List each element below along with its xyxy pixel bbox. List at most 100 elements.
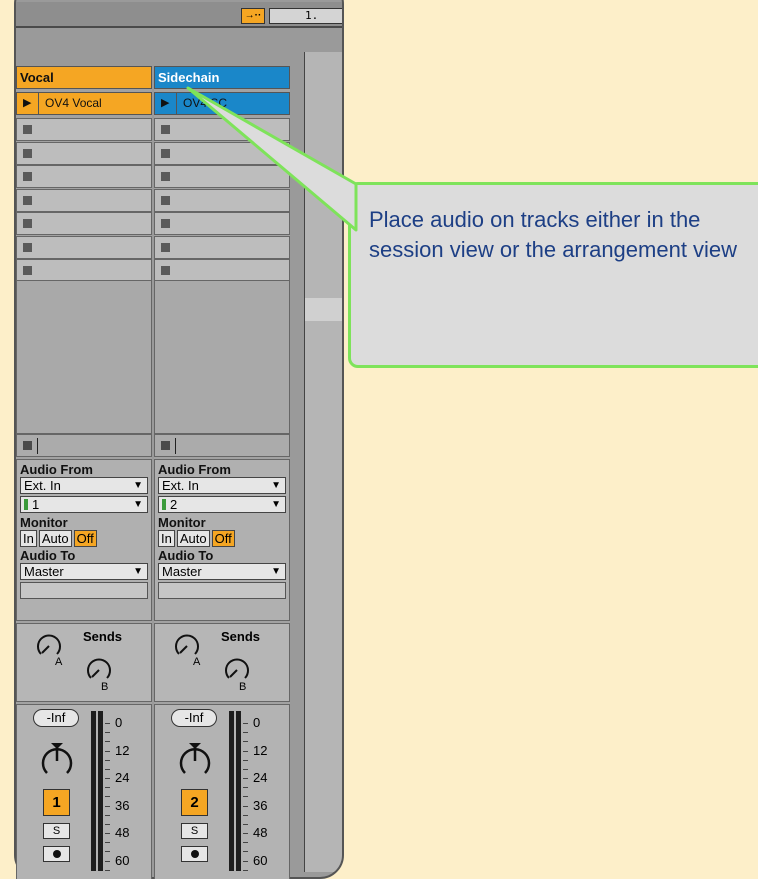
audio-from-select[interactable]: Ext. In ▼	[20, 477, 148, 494]
meter-scale-label: 36	[115, 797, 130, 813]
stop-clips-bar[interactable]	[154, 434, 290, 457]
clip-slot-empty[interactable]	[16, 141, 152, 165]
sends-section: Sends A B	[154, 623, 290, 702]
clip-name: OV4 SC	[183, 96, 228, 110]
clip-slot-playing[interactable]: ▶ OV4 Vocal	[16, 92, 152, 115]
arm-button[interactable]	[181, 846, 208, 862]
monitor-in-button[interactable]: In	[20, 530, 37, 547]
io-section: Audio From Ext. In ▼ 1 ▼ Monitor In Auto O…	[16, 459, 152, 621]
monitor-off-button[interactable]: Off	[73, 530, 97, 547]
input-channel-select[interactable]: 1 ▼	[20, 496, 148, 513]
clip-slot-empty[interactable]	[154, 141, 290, 165]
follow-button[interactable]: →··	[241, 8, 265, 24]
sends-section: Sends A B	[16, 623, 152, 702]
input-meter-icon	[162, 499, 166, 510]
clip-stop-icon[interactable]	[23, 242, 32, 252]
volume-field[interactable]: -Inf	[171, 709, 217, 727]
dropdown-arrow-icon: ▼	[271, 499, 281, 510]
audio-from-select[interactable]: Ext. In ▼	[158, 477, 286, 494]
track-activator-button[interactable]: 2	[181, 789, 208, 816]
meter-scale-label: 0	[253, 715, 261, 730]
clip-slot-empty[interactable]	[154, 165, 290, 188]
clip-stop-icon[interactable]	[23, 172, 32, 181]
clip-slot-empty[interactable]	[16, 118, 152, 141]
send-a-letter: A	[193, 656, 201, 668]
dropdown-arrow-icon: ▼	[133, 499, 143, 510]
dropdown-arrow-icon: ▼	[133, 566, 143, 577]
pan-knob-icon[interactable]	[39, 739, 75, 779]
clip-area-empty	[154, 280, 290, 434]
arm-button[interactable]	[43, 846, 70, 862]
meter-scale-label: 48	[253, 825, 268, 840]
clip-slot-empty[interactable]	[16, 165, 152, 188]
clip-stop-icon[interactable]	[161, 219, 170, 228]
clip-slot-playing[interactable]: ▶ OV4 SC	[154, 92, 290, 115]
clip-play-icon[interactable]: ▶	[23, 93, 31, 114]
output-channel-field[interactable]	[158, 582, 286, 599]
meter-scale-label: 48	[115, 825, 130, 840]
send-a-letter: A	[55, 656, 63, 668]
track-activator-button[interactable]: 1	[43, 789, 70, 816]
clip-stop-icon[interactable]	[161, 125, 170, 134]
clip-slot-empty[interactable]	[154, 118, 290, 141]
track-header[interactable]: Sidechain	[154, 66, 290, 89]
master-track-column	[304, 52, 342, 872]
input-channel-select[interactable]: 2 ▼	[158, 496, 286, 513]
solo-button[interactable]: S	[43, 823, 70, 839]
clip-slot-empty[interactable]	[154, 235, 290, 259]
meter-scale-label: 12	[115, 742, 130, 758]
stop-clips-bar[interactable]	[16, 434, 152, 457]
stop-icon[interactable]	[161, 441, 170, 450]
output-channel-field[interactable]	[20, 582, 148, 599]
clip-stop-icon[interactable]	[23, 219, 32, 228]
volume-scale: 0 12 24 36 48 60	[103, 711, 151, 879]
clip-stop-icon[interactable]	[23, 148, 32, 158]
clip-stop-icon[interactable]	[23, 266, 32, 275]
monitor-off-button[interactable]: Off	[211, 530, 235, 547]
clip-slot-empty[interactable]	[16, 212, 152, 235]
record-arm-icon	[191, 850, 199, 858]
level-meter	[91, 711, 103, 871]
solo-button[interactable]: S	[181, 823, 208, 839]
clip-stop-icon[interactable]	[161, 195, 170, 205]
clip-slot-empty[interactable]	[154, 212, 290, 235]
io-section: Audio From Ext. In ▼ 2 ▼ Monitor In Auto O…	[154, 459, 290, 621]
meter-scale-label: 24	[115, 770, 130, 785]
audio-to-select[interactable]: Master ▼	[158, 563, 286, 580]
clip-slot-empty[interactable]	[16, 259, 152, 282]
meter-scale-label: 60	[115, 852, 130, 868]
send-b-knob-icon[interactable]	[85, 656, 113, 684]
audio-from-label: Audio From	[158, 462, 231, 477]
meter-scale-label: 12	[253, 742, 268, 758]
audio-from-label: Audio From	[20, 462, 93, 477]
send-b-knob-icon[interactable]	[223, 656, 251, 684]
clip-slot-empty[interactable]	[16, 235, 152, 259]
clip-stop-icon[interactable]	[23, 195, 32, 205]
meter-scale-label: 36	[253, 797, 268, 813]
clip-slot-empty[interactable]	[154, 259, 290, 282]
tutorial-callout: Place audio on tracks either in the sess…	[348, 182, 758, 368]
song-position-field[interactable]: 1.	[269, 8, 342, 24]
meter-scale-label: 24	[253, 770, 268, 785]
clip-name: OV4 Vocal	[45, 96, 102, 110]
mixer-section: -Inf 1 S 0 12 24 36 48 60	[16, 704, 152, 879]
track-column-2: Sidechain ▶ OV4 SC Audio From Ext. In ▼ 2…	[154, 66, 290, 879]
monitor-in-button[interactable]: In	[158, 530, 175, 547]
clip-stop-icon[interactable]	[161, 266, 170, 275]
clip-slot-empty[interactable]	[16, 188, 152, 212]
clip-stop-icon[interactable]	[161, 148, 170, 158]
clip-stop-icon[interactable]	[23, 125, 32, 134]
monitor-auto-button[interactable]: Auto	[176, 530, 210, 547]
top-toolbar: →·· 1.	[16, 2, 342, 28]
monitor-auto-button[interactable]: Auto	[38, 530, 72, 547]
meter-scale-label: 0	[115, 715, 123, 730]
track-header[interactable]: Vocal	[16, 66, 152, 89]
clip-stop-icon[interactable]	[161, 172, 170, 181]
clip-slot-empty[interactable]	[154, 188, 290, 212]
volume-field[interactable]: -Inf	[33, 709, 79, 727]
stop-icon[interactable]	[23, 441, 32, 450]
audio-to-select[interactable]: Master ▼	[20, 563, 148, 580]
clip-stop-icon[interactable]	[161, 242, 170, 252]
pan-knob-icon[interactable]	[177, 739, 213, 779]
clip-play-icon[interactable]: ▶	[161, 93, 169, 114]
